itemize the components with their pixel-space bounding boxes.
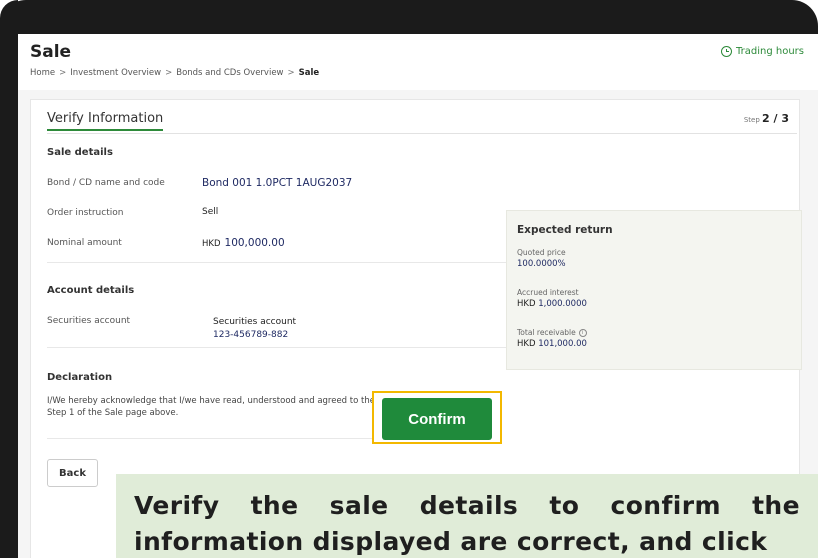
- section-divider: [47, 347, 507, 348]
- expected-return-panel: Expected return Quoted price 100.0000% A…: [506, 210, 802, 370]
- total-receivable-label: Total receivable: [517, 328, 576, 337]
- step-indicator: Step 2 / 3: [744, 112, 789, 125]
- step-number: 2 / 3: [762, 112, 789, 125]
- accrued-interest-value: HKD 1,000.0000: [517, 299, 587, 309]
- accrued-interest-currency: HKD: [517, 299, 536, 309]
- securities-account-title: Securities account: [213, 317, 297, 327]
- total-receivable-currency: HKD: [517, 339, 536, 349]
- declaration-heading: Declaration: [47, 372, 113, 383]
- page-header: Sale Home > Investment Overview > Bonds and …: [18, 34, 818, 90]
- order-instruction-label: Order instruction: [47, 208, 124, 218]
- nominal-amount: 100,000.00: [224, 237, 285, 249]
- securities-account-label: Securities account: [47, 316, 131, 326]
- trading-hours-link[interactable]: Trading hours: [721, 46, 804, 57]
- info-icon[interactable]: i: [578, 329, 587, 337]
- breadcrumb-current: Sale: [298, 68, 320, 78]
- breadcrumb: Home > Investment Overview > Bonds and CDs O…: [30, 68, 319, 78]
- bond-name-label: Bond / CD name and code: [47, 178, 165, 188]
- sale-details-heading: Sale details: [47, 147, 113, 158]
- breadcrumb-separator-icon: >: [59, 68, 67, 78]
- device-bezel-left: [0, 0, 18, 558]
- breadcrumb-investment-overview[interactable]: Investment Overview: [70, 68, 161, 78]
- accrued-interest-amount: 1,000.0000: [538, 299, 587, 309]
- nominal-amount-value: HKD 100,000.00: [202, 237, 285, 249]
- breadcrumb-separator-icon: >: [287, 68, 295, 78]
- step-label: Step: [743, 116, 760, 124]
- breadcrumb-separator-icon: >: [165, 68, 173, 78]
- quoted-price-label: Quoted price: [517, 248, 566, 257]
- expected-return-title: Expected return: [517, 224, 613, 236]
- page-title: Sale: [30, 42, 72, 62]
- instruction-caption-text: Verify the sale details to confirm the i…: [134, 491, 800, 556]
- total-receivable-amount: 101,000.00: [538, 339, 587, 349]
- verify-information-title: Verify Information: [47, 111, 164, 131]
- account-details-heading: Account details: [47, 285, 135, 296]
- back-button[interactable]: Back: [47, 459, 98, 487]
- bond-name-value: Bond 001 1.0PCT 1AUG2037: [202, 177, 353, 189]
- securities-account-number: 123-456789-882: [213, 330, 289, 340]
- accrued-interest-label: Accrued interest: [517, 288, 579, 297]
- trading-hours-label: Trading hours: [736, 46, 804, 57]
- breadcrumb-bonds-cds-overview[interactable]: Bonds and CDs Overview: [176, 68, 283, 78]
- instruction-caption: Verify the sale details to confirm the i…: [116, 474, 818, 558]
- total-receivable-label-row: Total receivable i: [517, 328, 587, 337]
- total-receivable-value: HKD 101,000.00: [517, 339, 587, 349]
- section-divider: [47, 262, 507, 263]
- securities-account-value: Securities account 123-456789-882: [213, 316, 296, 342]
- breadcrumb-home[interactable]: Home: [30, 68, 55, 78]
- nominal-currency: HKD: [202, 239, 221, 249]
- confirm-button[interactable]: Confirm: [382, 398, 492, 440]
- device-bezel-top: [0, 0, 818, 34]
- order-instruction-value: Sell: [202, 207, 219, 217]
- clock-icon: [721, 46, 733, 57]
- quoted-price-value: 100.0000%: [517, 259, 566, 269]
- section-divider: [47, 438, 407, 439]
- title-divider: [47, 133, 797, 134]
- nominal-amount-label: Nominal amount: [47, 238, 122, 248]
